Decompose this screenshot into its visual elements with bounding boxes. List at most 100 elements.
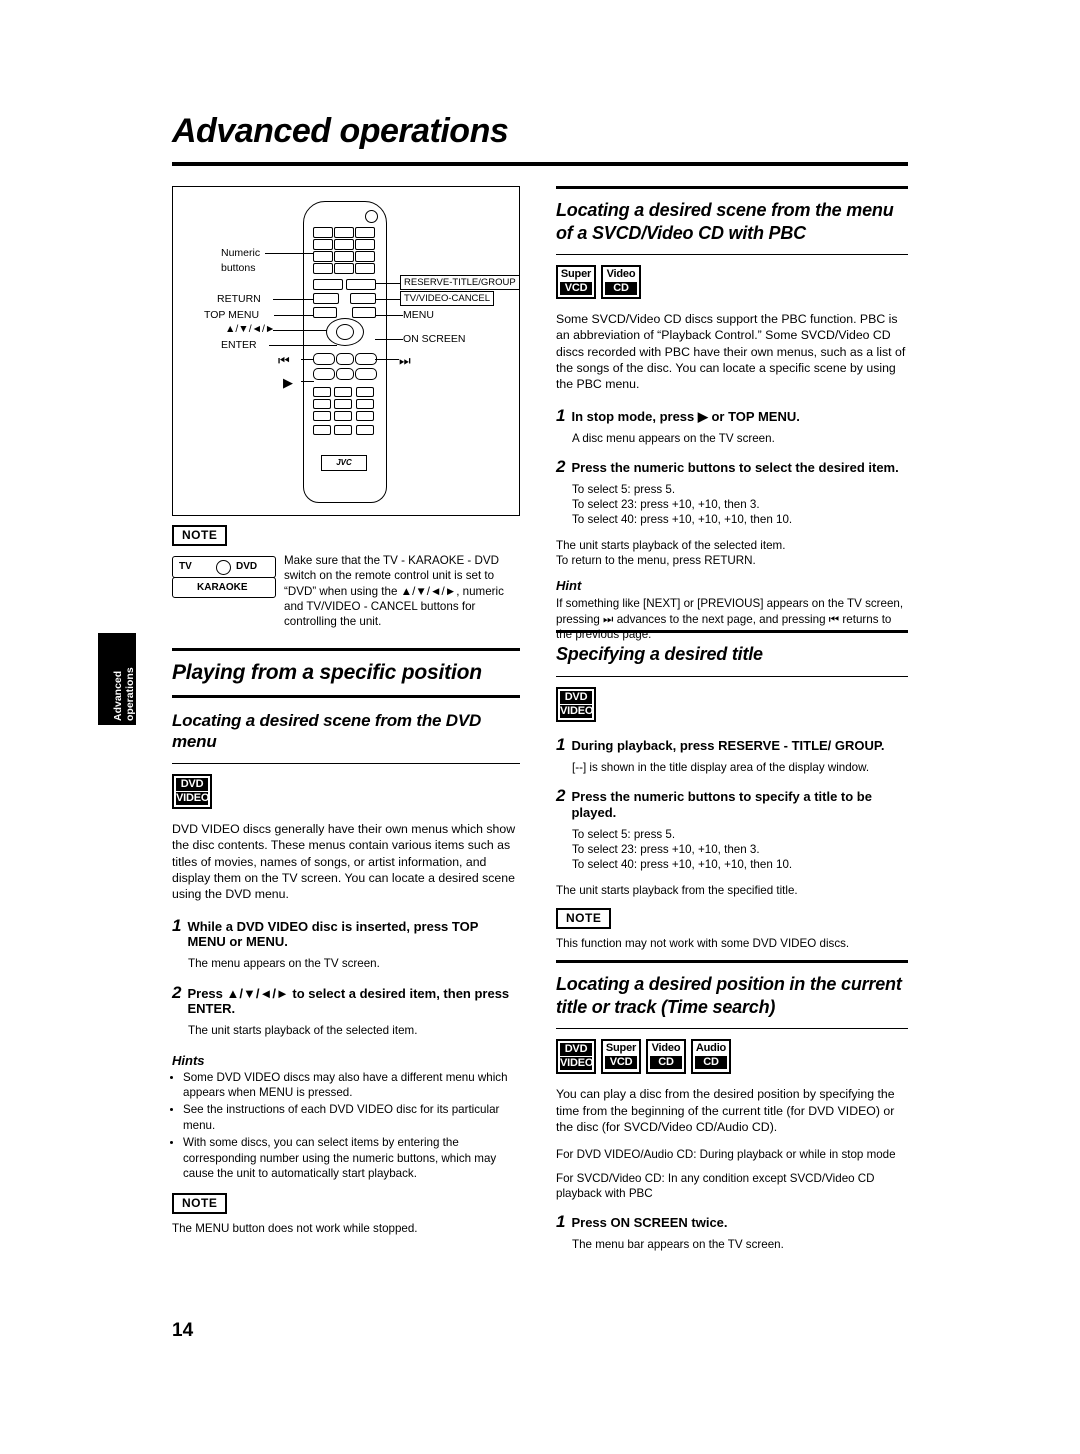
- badge-line-2: VIDEO: [560, 704, 594, 718]
- remote-button-next: [355, 353, 377, 365]
- remote-button-reserve: [313, 279, 343, 290]
- leader-line: [301, 359, 314, 360]
- pbc-intro: Some SVCD/Video CD discs support the PBC…: [556, 312, 906, 392]
- remote-button: [356, 425, 374, 435]
- badge-audio-cd: Audio CD: [691, 1039, 731, 1075]
- remote-button-prev: [313, 353, 335, 365]
- step-number: 1: [556, 734, 566, 754]
- badge-line-1: DVD: [560, 1043, 592, 1057]
- remote-button: [334, 387, 352, 397]
- note-top-text: Make sure that the TV - KARAOKE - DVD sw…: [284, 554, 504, 629]
- remote-control-diagram: JVC Numeric buttons RETURN TOP MENU ▲/▼/…: [172, 186, 520, 516]
- note-right-text: This function may not work with some DVD…: [556, 936, 850, 950]
- title-step-1: 1 During playback, press RESERVE - TITLE…: [556, 736, 908, 754]
- hint-heading: Hint: [556, 578, 582, 594]
- title-divider: [172, 162, 908, 166]
- r2-divider-2: [556, 675, 908, 677]
- remote-button-ff: [355, 368, 377, 380]
- tv-karaoke-dvd-switch: TV DVD KARAOKE: [172, 556, 276, 598]
- remote-button: [334, 411, 352, 421]
- badge-super-vcd: Super VCD: [601, 1039, 641, 1075]
- note-label: NOTE: [172, 1193, 228, 1215]
- manual-page: Advanced operations Advanced operations: [0, 0, 1080, 1454]
- leader-line: [375, 299, 401, 300]
- step-text: Press ON SCREEN twice.: [571, 1215, 728, 1231]
- remote-button-top-menu: [313, 307, 337, 318]
- title-step-2-detail-2: To select 23: press +10, +10, then 3.: [572, 843, 760, 857]
- badge-line-1: Video: [651, 1042, 681, 1054]
- time-step-1-detail: The menu bar appears on the TV screen.: [572, 1238, 784, 1252]
- remote-button: [313, 425, 331, 435]
- disc-badges-dvd-video: DVD VIDEO: [172, 773, 520, 809]
- remote-button: [334, 251, 354, 262]
- subsection-heading-pbc: Locating a desired scene from the menu o…: [556, 200, 894, 243]
- remote-button-on-screen: [352, 307, 376, 318]
- label-tv-video-cancel: TV/VIDEO-CANCEL: [400, 291, 495, 306]
- label-cursor-buttons: ▲/▼/◄/►: [225, 323, 276, 335]
- step-text: During playback, press RESERVE - TITLE/ …: [571, 737, 885, 753]
- switch-label-tv: TV: [179, 561, 192, 572]
- leader-line: [375, 315, 403, 316]
- remote-button: [313, 239, 333, 250]
- remote-button: [355, 239, 375, 250]
- section-heading-playing-specific-position: Playing from a specific position: [172, 661, 482, 684]
- pbc-step-2-detail-3: To select 40: press +10, +10, +10, then …: [572, 513, 793, 527]
- label-reserve-title-group: RESERVE-TITLE/GROUP: [400, 275, 520, 290]
- remote-button: [334, 425, 352, 435]
- leader-line: [375, 359, 399, 360]
- remote-button: [355, 263, 375, 274]
- leader-line: [375, 339, 403, 340]
- pbc-step-1: 1 In stop mode, press ▶ or TOP MENU.: [556, 405, 908, 425]
- step-number: 1: [556, 1212, 566, 1232]
- leader-line: [375, 283, 401, 284]
- remote-button-menu: [350, 293, 376, 304]
- step-text: Press the numeric buttons to specify a t…: [571, 789, 872, 820]
- label-next: ⏭: [399, 353, 411, 368]
- step-text: Press the numeric buttons to select the …: [571, 459, 899, 475]
- right-column-3: Locating a desired position in the curre…: [556, 960, 908, 1252]
- badge-line-1: DVD: [560, 690, 592, 704]
- badge-line-1: Super: [560, 268, 592, 280]
- label-return: RETURN: [217, 293, 261, 305]
- switch-label-dvd: DVD: [236, 561, 258, 572]
- r2-divider-1: [556, 630, 908, 633]
- step-number: 1: [172, 915, 182, 935]
- step-number: 1: [556, 405, 566, 425]
- label-numeric-buttons-line2: buttons: [221, 262, 256, 274]
- badge-line-2: VIDEO: [176, 791, 210, 805]
- note-left-wrap: NOTE: [172, 1193, 520, 1215]
- dvd-menu-intro: DVD VIDEO discs generally have their own…: [172, 821, 516, 902]
- note-right-wrap: NOTE: [556, 907, 908, 929]
- label-on-screen: ON SCREEN: [403, 333, 466, 345]
- page-title: Advanced operations: [172, 112, 509, 150]
- step-text: Press ▲/▼/◄/► to select a desired item, …: [187, 985, 510, 1017]
- section-divider-top: [172, 648, 520, 651]
- remote-button-cancel: [346, 279, 376, 290]
- remote-enter-button: [336, 324, 354, 340]
- badge-line-2: VCD: [605, 1055, 637, 1070]
- step-text: In stop mode, press ▶ or TOP MENU.: [571, 408, 800, 424]
- label-menu: MENU: [403, 309, 434, 321]
- section-divider-bottom: [172, 695, 520, 698]
- page-number: 14: [172, 1320, 194, 1341]
- right-column: Locating a desired scene from the menu o…: [556, 186, 908, 642]
- disc-badges-svcd-video: Super VCD Video CD: [556, 265, 908, 300]
- disc-badges-all: DVD VIDEO Super VCD Video CD Audio CD: [556, 1039, 908, 1075]
- side-tab: Advanced operations: [98, 633, 136, 725]
- title-step-2-detail-3: To select 40: press +10, +10, +10, then …: [572, 858, 793, 872]
- step-number: 2: [556, 456, 566, 476]
- subsection-heading-time-search: Locating a desired position in the curre…: [556, 974, 902, 1017]
- hint-item: See the instructions of each DVD VIDEO d…: [183, 1102, 520, 1133]
- badge-line-2: VCD: [560, 281, 592, 296]
- pbc-step-2: 2 Press the numeric buttons to select th…: [556, 458, 908, 476]
- remote-button-pause: [336, 368, 354, 380]
- remote-button: [313, 263, 333, 274]
- leader-line: [265, 253, 313, 254]
- label-top-menu: TOP MENU: [204, 309, 260, 321]
- r-divider-1: [556, 186, 908, 189]
- remote-button: [334, 227, 354, 238]
- pbc-after-2: To return to the menu, press RETURN.: [556, 553, 756, 567]
- step-number: 2: [556, 786, 566, 806]
- remote-button-stop: [336, 353, 354, 365]
- remote-button: [355, 227, 375, 238]
